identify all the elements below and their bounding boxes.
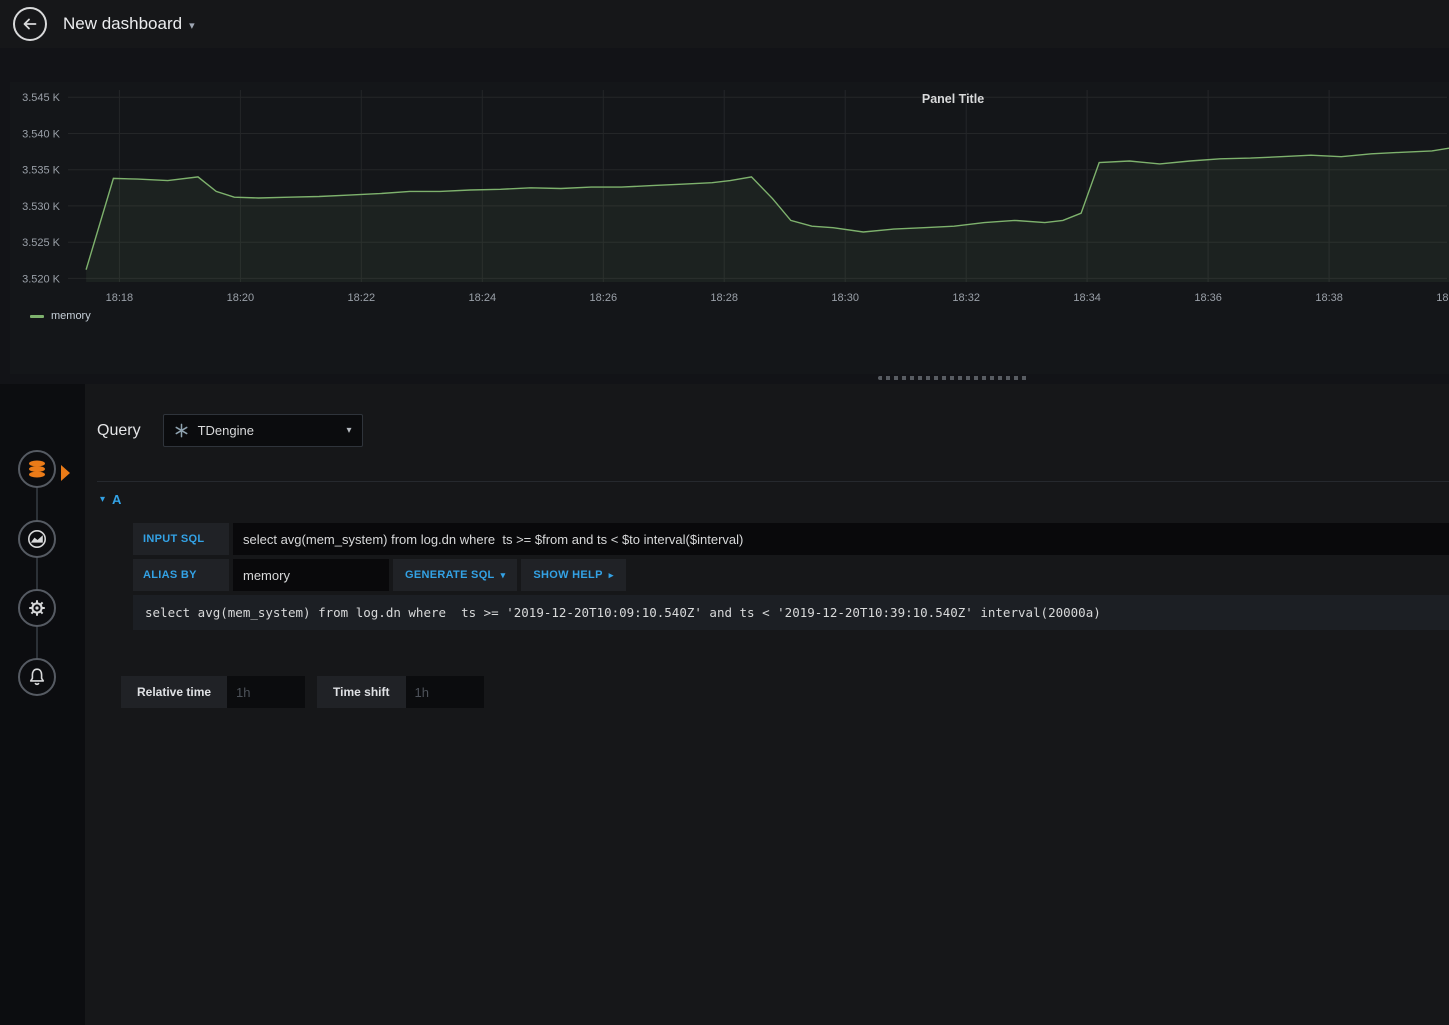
generated-sql-preview: select avg(mem_system) from log.dn where… <box>133 595 1449 630</box>
input-sql-row: INPUT SQL <box>133 523 1449 555</box>
datasource-picker[interactable]: TDengine ▾ <box>162 414 363 447</box>
tab-queries[interactable] <box>18 450 70 488</box>
svg-text:3.525 K: 3.525 K <box>22 237 61 249</box>
svg-text:3.530 K: 3.530 K <box>22 201 61 213</box>
query-row-letter: A <box>112 492 122 507</box>
svg-text:3.535 K: 3.535 K <box>22 165 61 177</box>
dashboard-title-dropdown[interactable]: New dashboard ▾ <box>63 14 195 34</box>
svg-text:18:30: 18:30 <box>831 292 859 304</box>
arrow-left-icon <box>23 18 37 30</box>
gear-icon <box>29 600 45 616</box>
top-navbar: New dashboard ▾ <box>0 0 1449 48</box>
panel-resize-handle[interactable] <box>878 376 1028 380</box>
svg-text:18:26: 18:26 <box>590 292 618 304</box>
svg-text:18:28: 18:28 <box>710 292 738 304</box>
relative-time-group: Relative time <box>121 676 306 708</box>
svg-text:18:22: 18:22 <box>348 292 376 304</box>
database-icon <box>29 460 45 478</box>
input-sql-label: INPUT SQL <box>133 523 229 555</box>
show-help-button[interactable]: SHOW HELP ▸ <box>521 559 626 591</box>
chevron-down-icon: ▾ <box>500 569 506 580</box>
tab-visualization[interactable] <box>18 520 56 558</box>
show-help-label: SHOW HELP <box>533 569 603 581</box>
panel-title[interactable]: Panel Title <box>922 92 984 106</box>
chart-legend: memory <box>30 310 1449 322</box>
chevron-down-icon: ▾ <box>346 425 352 436</box>
datasource-selected: TDengine <box>197 423 254 438</box>
svg-text:18:36: 18:36 <box>1194 292 1222 304</box>
legend-line-swatch <box>30 314 44 318</box>
panel-editor: Query TDengine ▾ ▾ A INPUT SQL ALIAS BY <box>0 384 1449 1025</box>
chevron-down-icon: ▾ <box>100 494 106 505</box>
svg-text:3.540 K: 3.540 K <box>22 129 61 141</box>
query-form: INPUT SQL ALIAS BY GENERATE SQL ▾ SHOW H… <box>133 523 1449 630</box>
svg-text:18:24: 18:24 <box>469 292 497 304</box>
input-sql-field[interactable] <box>233 523 1449 555</box>
svg-text:3.520 K: 3.520 K <box>22 273 61 285</box>
time-shift-label: Time shift <box>317 676 406 708</box>
tdengine-logo-icon <box>175 423 188 438</box>
tab-connector-line <box>36 471 38 679</box>
query-options-row: Relative time Time shift <box>121 676 1449 708</box>
query-editor-content: Query TDengine ▾ ▾ A INPUT SQL ALIAS BY <box>85 384 1449 1025</box>
graph-panel: Panel Title 3.520 K 3.525 K 3.530 K 3.535 K… <box>10 82 1449 374</box>
generate-sql-button[interactable]: GENERATE SQL ▾ <box>393 559 518 591</box>
time-shift-group: Time shift <box>317 676 484 708</box>
active-tab-arrow-icon <box>61 465 70 481</box>
svg-text:18:34: 18:34 <box>1073 292 1101 304</box>
query-row-toggle[interactable]: ▾ A <box>97 481 1449 515</box>
relative-time-field[interactable] <box>227 676 306 708</box>
chart-icon <box>28 530 46 548</box>
time-series-plot[interactable]: 3.520 K 3.525 K 3.530 K 3.535 K 3.540 K 3.545… <box>10 82 1449 308</box>
time-shift-field[interactable] <box>405 676 484 708</box>
relative-time-label: Relative time <box>121 676 228 708</box>
tab-alert[interactable] <box>18 658 56 696</box>
svg-text:18:32: 18:32 <box>952 292 980 304</box>
query-header: Query TDengine ▾ <box>97 384 1449 447</box>
chevron-down-icon: ▾ <box>189 19 195 32</box>
generate-sql-label: GENERATE SQL <box>405 569 495 581</box>
query-section-title: Query <box>97 421 141 439</box>
svg-text:18:40: 18:40 <box>1436 292 1449 304</box>
bell-icon <box>29 668 45 686</box>
svg-text:18:38: 18:38 <box>1315 292 1343 304</box>
chevron-right-icon: ▸ <box>608 569 614 580</box>
svg-text:18:20: 18:20 <box>227 292 255 304</box>
svg-text:18:18: 18:18 <box>106 292 134 304</box>
back-button[interactable] <box>13 7 47 41</box>
legend-series-label[interactable]: memory <box>51 310 91 322</box>
alias-by-field[interactable] <box>233 559 389 591</box>
svg-text:3.545 K: 3.545 K <box>22 92 61 104</box>
alias-by-row: ALIAS BY GENERATE SQL ▾ SHOW HELP ▸ <box>133 559 1449 591</box>
dashboard-title: New dashboard <box>63 14 183 33</box>
tab-general[interactable] <box>18 589 56 627</box>
panel-editor-tabs <box>0 384 85 1025</box>
alias-by-label: ALIAS BY <box>133 559 229 591</box>
